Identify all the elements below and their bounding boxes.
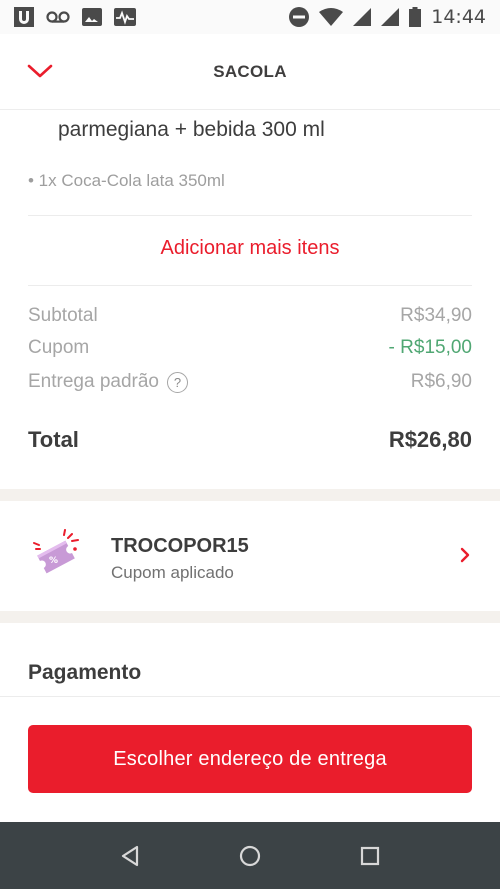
coupon-icon-text: % [49,556,58,566]
coupon-value: - R$15,00 [388,337,472,358]
divider [28,215,472,216]
status-bar-system: 14:44 [289,6,486,28]
page-title: SACOLA [213,61,287,81]
signal-icon-2 [381,8,400,26]
nav-back-button[interactable] [110,836,150,876]
chevron-right-icon [460,547,470,563]
divider [28,285,472,286]
footer: Escolher endereço de entrega [0,696,500,822]
section-separator [0,611,500,623]
coupon-code: TROCOPOR15 [111,535,249,557]
coupon-card[interactable]: % TROCOPOR15 Cupom aplicado [0,501,500,611]
pulse-icon [114,8,136,26]
nav-recents-button[interactable] [350,836,390,876]
nav-home-button[interactable] [230,836,270,876]
nav-home-icon [239,845,261,866]
item-name: parmegiana + bebida 300 ml [58,118,325,141]
subtotal-row: Subtotal R$34,90 [28,305,472,327]
do-not-disturb-icon [289,7,310,27]
battery-icon [409,7,422,27]
total-row: Total R$26,80 [28,427,472,453]
status-bar: 14:44 [0,0,500,34]
wifi-icon [319,8,344,26]
total-value: R$26,80 [388,427,472,452]
delivery-value: R$6,90 [410,371,472,392]
bag-content[interactable]: parmegiana + bebida 300 ml • 1x Coca-Col… [0,111,500,696]
subtotal-label: Subtotal [28,305,98,326]
choose-delivery-address-button[interactable]: Escolher endereço de entrega [28,725,472,793]
coupon-status: Cupom aplicado [111,563,234,582]
signal-icon [353,8,372,26]
total-label: Total [28,427,79,452]
voicemail-icon [46,10,70,24]
delivery-row: Entrega padrão ? R$6,90 [28,371,472,393]
add-more-items-link[interactable]: Adicionar mais itens [0,237,500,260]
delivery-label: Entrega padrão [28,371,159,392]
coupon-label: Cupom [28,337,90,358]
payment-title: Pagamento [28,661,142,684]
nav-back-icon [121,845,139,866]
nav-recents-icon [360,846,380,865]
close-bag-button[interactable] [20,56,60,86]
u-app-icon [14,7,34,27]
section-separator [0,489,500,501]
app-header: SACOLA [0,34,500,110]
coupon-ticket-icon: % [33,529,79,574]
item-extra: • 1x Coca-Cola lata 350ml [28,171,225,190]
status-bar-notifications [14,7,136,27]
system-nav-bar [0,822,500,889]
status-time: 14:44 [431,6,486,28]
image-icon [82,8,102,26]
chevron-down-icon [27,64,53,78]
help-icon[interactable]: ? [167,371,188,393]
subtotal-value: R$34,90 [400,305,472,326]
coupon-row: Cupom - R$15,00 [28,337,472,359]
